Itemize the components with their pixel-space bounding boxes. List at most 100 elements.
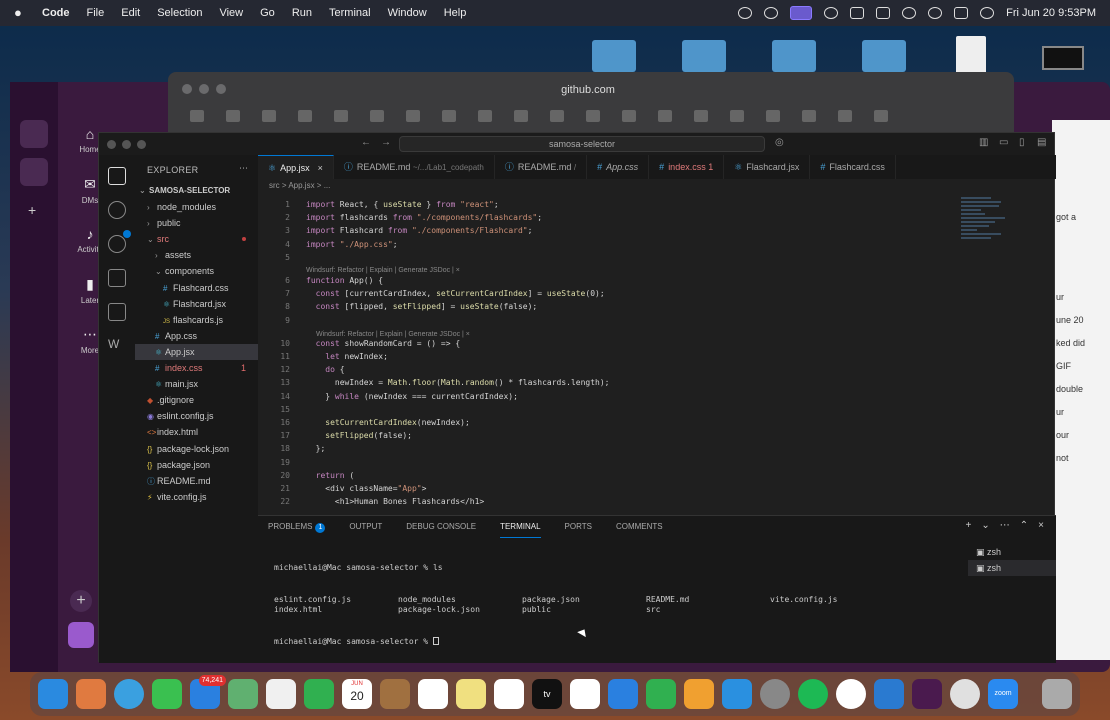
photos-icon[interactable] <box>266 679 296 709</box>
system-settings-icon[interactable] <box>760 679 790 709</box>
terminal-instance-zsh-active[interactable]: ▣ zsh <box>968 560 1056 576</box>
chatgpt-icon[interactable] <box>836 679 866 709</box>
customize-layout-icon[interactable]: ▤ <box>1037 137 1046 148</box>
news-icon[interactable] <box>570 679 600 709</box>
tree-file-package-json[interactable]: {} package.json <box>135 457 258 473</box>
desktop-document-icon[interactable] <box>956 36 986 74</box>
contacts-icon[interactable] <box>380 679 410 709</box>
layout-toggle-icon[interactable]: ▥ <box>979 137 988 148</box>
desktop-folder-icon[interactable] <box>772 40 816 72</box>
tree-file-flashcard-jsx[interactable]: ⚛ Flashcard.jsx <box>135 296 258 312</box>
tree-file-readme[interactable]: ⓘ README.md <box>135 473 258 489</box>
reminders-icon[interactable] <box>418 679 448 709</box>
launchpad-icon[interactable] <box>76 679 106 709</box>
slack-avatar[interactable] <box>68 622 94 648</box>
calendar-icon[interactable]: JUN 20 <box>342 679 372 709</box>
tab-app-jsx[interactable]: ⚛ App.jsx × <box>258 155 334 179</box>
workspace-icon[interactable] <box>20 120 48 148</box>
zoom-icon[interactable]: zoom <box>988 679 1018 709</box>
desktop-folder-icon[interactable] <box>682 40 726 72</box>
panel-tab-debug-console[interactable]: DEBUG CONSOLE <box>406 516 476 538</box>
workspace-icon[interactable] <box>20 158 48 186</box>
command-center-search[interactable]: samosa-selector <box>399 136 765 152</box>
keynote-icon[interactable] <box>608 679 638 709</box>
tree-folder-node-modules[interactable]: › node_modules <box>135 199 258 215</box>
menubar-clock[interactable]: Fri Jun 20 9:53PM <box>1006 7 1096 19</box>
terminal-instance-zsh[interactable]: ▣ zsh <box>968 544 1056 560</box>
tab-flashcard-jsx[interactable]: ⚛ Flashcard.jsx <box>724 155 811 179</box>
facetime-icon[interactable] <box>304 679 334 709</box>
extension-icon[interactable] <box>824 7 839 19</box>
sidebar-toggle-icon[interactable]: ▯ <box>1019 137 1025 148</box>
mail-icon[interactable]: 74,241 <box>190 675 226 709</box>
breadcrumb[interactable]: src > App.jsx > ... <box>269 181 330 190</box>
app-store-icon[interactable] <box>722 679 752 709</box>
tree-folder-components[interactable]: ⌄ components <box>135 263 258 279</box>
close-tab-icon[interactable]: × <box>318 163 323 173</box>
slack-add-icon[interactable]: + <box>70 590 92 612</box>
safari-icon[interactable] <box>114 679 144 709</box>
back-arrow-icon[interactable]: ← <box>361 137 371 148</box>
tree-file-index-html[interactable]: <>index.html <box>135 424 258 440</box>
tab-index-css[interactable]: # index.css 1 <box>649 155 725 179</box>
desktop-folder-icon[interactable] <box>592 40 636 72</box>
panel-tab-problems[interactable]: PROBLEMS 1 <box>268 516 326 538</box>
tree-file-app-jsx[interactable]: ⚛ App.jsx <box>135 343 258 361</box>
sync-status-icon[interactable] <box>764 7 779 19</box>
panel-tab-terminal[interactable]: TERMINAL <box>500 516 541 538</box>
spotify-icon[interactable] <box>798 679 828 709</box>
tree-file-vite-config[interactable]: ⚡ vite.config.js <box>135 489 258 505</box>
menu-app-name[interactable]: Code <box>42 7 70 19</box>
browser-address-bar[interactable]: github.com <box>418 80 758 100</box>
menu-view[interactable]: View <box>219 7 243 19</box>
battery-icon[interactable] <box>876 7 891 19</box>
panel-tab-ports[interactable]: PORTS <box>565 516 592 538</box>
run-debug-icon[interactable] <box>108 269 126 287</box>
tree-file-app-css[interactable]: # App.css <box>135 328 258 344</box>
new-terminal-icon[interactable]: + <box>966 520 972 531</box>
wifi-icon[interactable] <box>902 7 917 19</box>
menu-edit[interactable]: Edit <box>121 7 140 19</box>
source-control-icon[interactable] <box>108 230 131 253</box>
desktop-screenshot-thumbnail[interactable] <box>1042 46 1084 70</box>
apple-menu-icon[interactable]: ● <box>14 6 28 20</box>
menu-go[interactable]: Go <box>260 7 275 19</box>
tree-file-flashcards-js[interactable]: JS flashcards.js <box>135 312 258 328</box>
close-panel-icon[interactable]: × <box>1038 520 1044 531</box>
extensions-icon[interactable] <box>108 303 126 321</box>
menu-run[interactable]: Run <box>292 7 312 19</box>
chrome-icon[interactable] <box>950 679 980 709</box>
vscode-window-controls[interactable] <box>107 140 146 149</box>
tree-file-flashcard-css[interactable]: # Flashcard.css <box>135 280 258 296</box>
code-editor[interactable]: 1 import React, { useState } from "react"… <box>258 197 1056 515</box>
panel-tab-comments[interactable]: COMMENTS <box>616 516 663 538</box>
messages-icon[interactable] <box>152 679 182 709</box>
more-actions-icon[interactable]: ⋯ <box>1000 520 1010 531</box>
control-center-icon[interactable] <box>954 7 969 19</box>
freeform-icon[interactable] <box>494 679 524 709</box>
tab-readme[interactable]: ⓘ README.md / <box>495 155 588 179</box>
menu-file[interactable]: File <box>87 7 105 19</box>
terminal-dropdown-icon[interactable]: ⌄ <box>981 520 989 531</box>
windsurf-codelens[interactable]: Windsurf: Refactor | Explain | Generate … <box>306 267 460 274</box>
tree-folder-assets[interactable]: › assets <box>135 247 258 263</box>
maps-icon[interactable] <box>228 679 258 709</box>
tab-app-css[interactable]: # App.css <box>587 155 650 179</box>
search-icon[interactable] <box>108 201 126 219</box>
browser-window-controls[interactable] <box>182 84 226 94</box>
panel-tab-output[interactable]: OUTPUT <box>349 516 382 538</box>
tree-file-index-css[interactable]: # index.css 1 <box>135 360 258 376</box>
screen-record-icon[interactable] <box>790 6 813 20</box>
slack-dock-icon[interactable] <box>912 679 942 709</box>
windsurf-codelens[interactable]: Windsurf: Refactor | Explain | Generate … <box>316 331 470 338</box>
project-root[interactable]: ⌄ SAMOSA-SELECTOR <box>135 183 258 199</box>
minimap[interactable] <box>961 197 1009 257</box>
vscode-dock-icon[interactable] <box>874 679 904 709</box>
pages-icon[interactable] <box>684 679 714 709</box>
menu-terminal[interactable]: Terminal <box>329 7 371 19</box>
spotlight-search-icon[interactable] <box>928 7 943 19</box>
tree-file-main-jsx[interactable]: ⚛ main.jsx <box>135 376 258 392</box>
finder-icon[interactable] <box>38 679 68 709</box>
explorer-more-icon[interactable]: ⋯ <box>239 163 248 174</box>
numbers-icon[interactable] <box>646 679 676 709</box>
